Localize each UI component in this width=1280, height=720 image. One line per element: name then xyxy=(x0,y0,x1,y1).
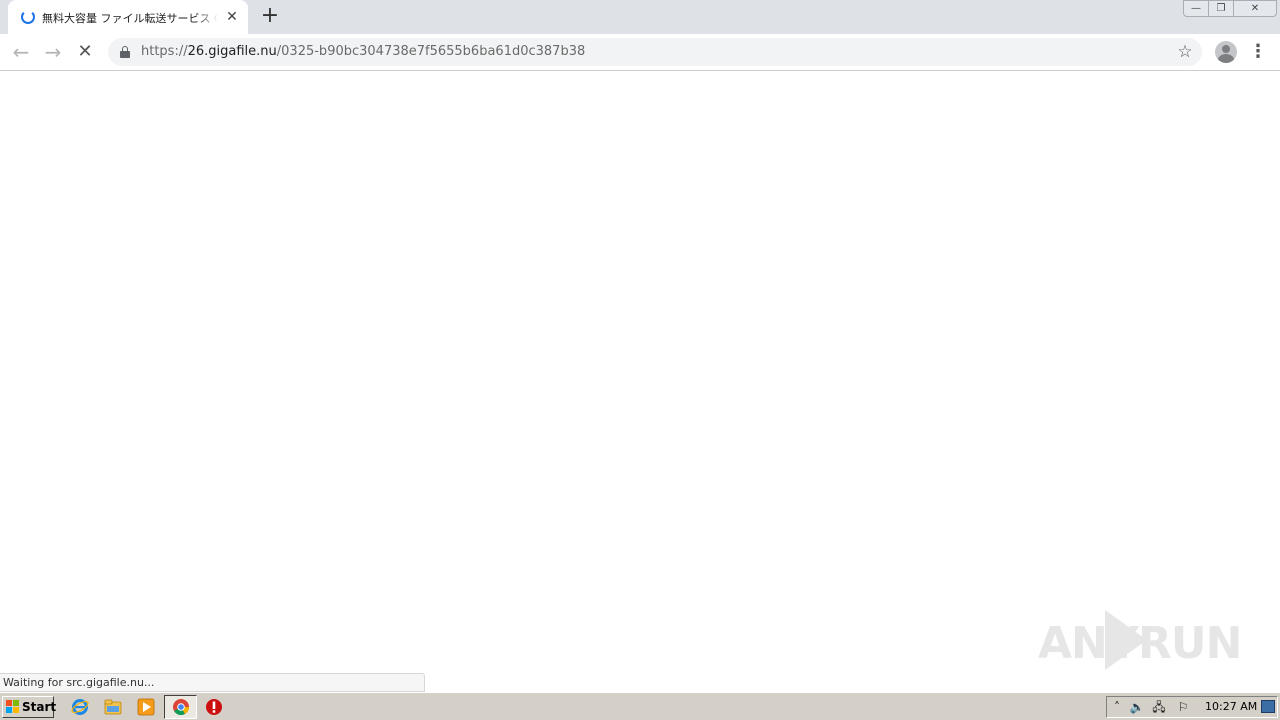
lock-icon[interactable] xyxy=(120,46,130,58)
active-tab[interactable]: 無料大容量 ファイル転送サービス GigaFile ✕ xyxy=(8,0,248,34)
network-icon[interactable]: 🖧 xyxy=(1151,699,1167,715)
start-button[interactable]: Start xyxy=(2,696,57,718)
tab-strip: 無料大容量 ファイル転送サービス GigaFile ✕ + — ❐ ✕ xyxy=(0,0,1280,34)
clock[interactable]: 10:27 AM xyxy=(1205,699,1257,715)
watermark-right-text: RUN xyxy=(1138,618,1242,669)
back-arrow-icon[interactable]: ← xyxy=(9,40,33,64)
taskbar: Start ˄ 🔈 🖧 ⚐ 10:27 AM xyxy=(0,692,1280,720)
minimize-button[interactable]: — xyxy=(1183,0,1209,17)
show-desktop-icon[interactable] xyxy=(1261,700,1275,713)
maximize-button[interactable]: ❐ xyxy=(1208,0,1234,17)
volume-icon[interactable]: 🔈 xyxy=(1129,699,1145,715)
chrome-icon xyxy=(173,699,189,715)
url-host: 26.gigafile.nu xyxy=(187,44,277,59)
url-text[interactable]: https://26.gigafile.nu/0325-b90bc304738e… xyxy=(141,44,585,59)
action-center-flag-icon[interactable]: ⚐ xyxy=(1175,699,1191,715)
profile-avatar-icon[interactable] xyxy=(1215,41,1237,63)
show-hidden-icons-icon[interactable]: ˄ xyxy=(1109,699,1125,715)
address-bar[interactable]: https://26.gigafile.nu/0325-b90bc304738e… xyxy=(108,38,1202,66)
media-player-icon[interactable] xyxy=(137,698,155,716)
new-tab-button[interactable]: + xyxy=(258,4,282,28)
forward-arrow-icon[interactable]: → xyxy=(41,40,65,64)
browser-toolbar: ← → ✕ https://26.gigafile.nu/0325-b90bc3… xyxy=(0,34,1280,71)
start-label: Start xyxy=(22,700,57,714)
internet-explorer-icon[interactable] xyxy=(71,698,89,716)
security-stop-icon[interactable] xyxy=(205,698,223,716)
bookmark-star-icon[interactable]: ☆ xyxy=(1174,41,1196,63)
url-scheme: https:// xyxy=(141,44,188,59)
status-bubble: Waiting for src.gigafile.nu... xyxy=(0,673,425,692)
url-path: /0325-b90bc304738e7f5655b6ba61d0c387b38 xyxy=(276,44,586,59)
page-content xyxy=(0,72,1280,692)
tab-close-icon[interactable]: ✕ xyxy=(224,9,240,25)
close-window-button[interactable]: ✕ xyxy=(1233,0,1277,17)
stop-loading-icon[interactable]: ✕ xyxy=(73,40,97,64)
taskbar-chrome-button[interactable] xyxy=(164,695,197,719)
system-tray: ˄ 🔈 🖧 ⚐ 10:27 AM xyxy=(1106,696,1278,718)
tab-title: 無料大容量 ファイル転送サービス GigaFile xyxy=(42,12,218,25)
anyrun-watermark: ANY RUN xyxy=(1038,606,1242,676)
windows-flag-icon xyxy=(6,700,20,714)
file-explorer-icon[interactable] xyxy=(104,698,122,716)
loading-spinner-icon xyxy=(21,10,35,24)
kebab-menu-icon[interactable]: ⋮ xyxy=(1248,40,1268,64)
